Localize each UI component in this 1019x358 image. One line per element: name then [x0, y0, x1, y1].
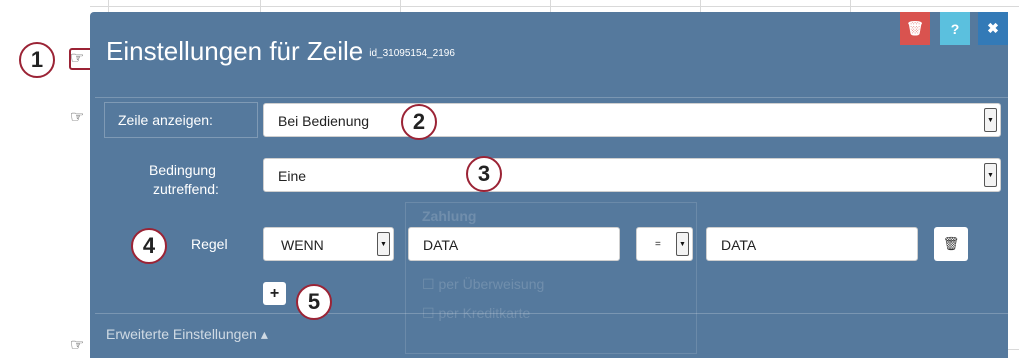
- rule-operator-value: =: [655, 239, 661, 250]
- rule-left-input[interactable]: DATA: [408, 227, 620, 261]
- callout-2: 2: [401, 104, 437, 140]
- chevron-down-icon: ▼: [377, 232, 390, 256]
- chevron-down-icon: ▼: [984, 163, 997, 187]
- callout-4: 4: [131, 228, 167, 264]
- rule-right-value: DATA: [721, 237, 757, 253]
- chevron-down-icon: ▼: [676, 232, 689, 256]
- background-option: ☐ per Überweisung: [422, 276, 545, 292]
- help-button[interactable]: ?: [940, 12, 970, 45]
- rule-operator-select[interactable]: = ▼: [636, 227, 693, 261]
- row-id: id_31095154_2196: [369, 47, 455, 59]
- dialog-title: Einstellungen für Zeile id_31095154_2196: [106, 36, 455, 67]
- add-rule-button[interactable]: +: [263, 282, 286, 305]
- hand-pointer-icon[interactable]: ☞: [70, 338, 84, 354]
- hand-pointer-icon[interactable]: ☞: [70, 110, 84, 126]
- remove-rule-button[interactable]: 🗑: [934, 227, 968, 261]
- title-text: Einstellungen für Zeile: [106, 36, 364, 66]
- question-icon: ?: [950, 20, 960, 37]
- condition-value: Eine: [278, 168, 307, 184]
- close-icon: ✖: [987, 20, 999, 36]
- divider: [95, 313, 1008, 314]
- condition-label-line1: Bedingung: [149, 162, 216, 178]
- show-row-label: Zeile anzeigen:: [118, 112, 213, 128]
- background-section-title: Zahlung: [422, 208, 477, 224]
- condition-select[interactable]: Eine ▼: [263, 158, 1001, 192]
- advanced-settings-link[interactable]: Erweiterte Einstellungen ▴: [106, 326, 268, 343]
- callout-3: 3: [466, 156, 502, 192]
- rule-label: Regel: [191, 236, 228, 252]
- show-row-value: Bei Bedienung: [278, 113, 370, 129]
- close-button[interactable]: ✖: [978, 12, 1008, 45]
- chevron-down-icon: ▼: [984, 108, 997, 132]
- callout-1: 1: [19, 42, 55, 78]
- callout-5: 5: [296, 284, 332, 320]
- rule-right-input[interactable]: DATA: [706, 227, 918, 261]
- trash-icon: 🗑: [942, 236, 960, 251]
- trash-icon: 🗑: [906, 20, 924, 36]
- condition-label-line2: zutreffend:: [153, 181, 219, 197]
- divider: [95, 97, 1008, 98]
- rule-type-value: WENN: [281, 237, 324, 253]
- show-row-select[interactable]: Bei Bedienung ▼: [263, 103, 1001, 137]
- rule-left-value: DATA: [423, 237, 459, 253]
- rule-type-select[interactable]: WENN ▼: [263, 227, 394, 261]
- delete-row-button[interactable]: 🗑: [900, 12, 930, 45]
